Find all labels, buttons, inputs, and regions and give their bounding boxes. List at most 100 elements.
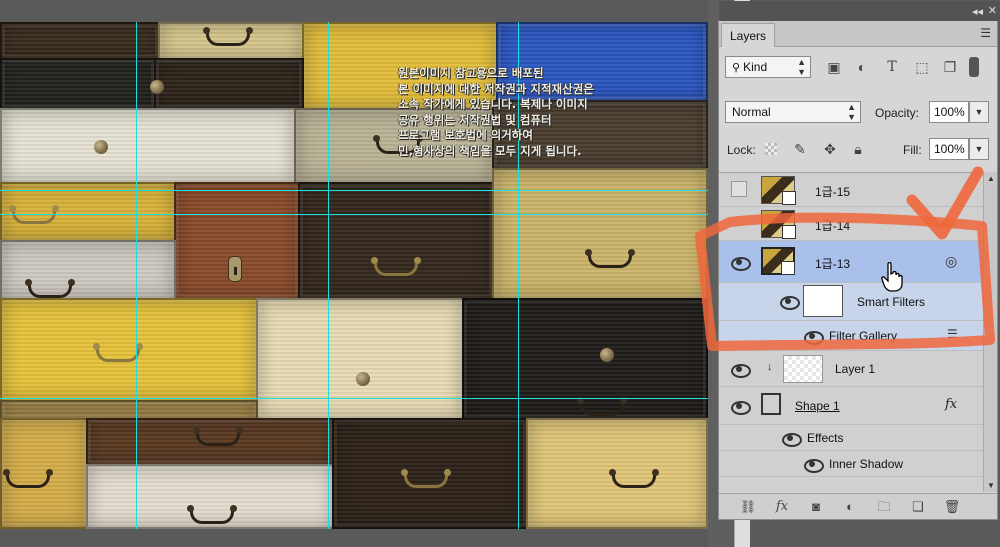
drawer-handle	[193, 427, 243, 446]
layer-name: Layer 1	[835, 362, 876, 376]
search-icon: ⚲	[732, 62, 744, 74]
layer-name: 1급-14	[815, 219, 851, 233]
drawer	[154, 58, 304, 110]
eye-icon[interactable]	[803, 330, 824, 345]
drawer	[256, 298, 464, 420]
layer-row[interactable]: 1급-15	[719, 173, 983, 207]
add-mask-icon[interactable]: ◙	[807, 498, 825, 516]
drawer-lock-plate	[228, 256, 242, 282]
filter-adjustment-icon[interactable]: ◐	[853, 58, 871, 76]
drawer	[0, 108, 296, 184]
panel-title-bar: ◂◂ ✕	[719, 1, 1000, 21]
drawer-handle	[203, 27, 253, 46]
panel-menu-icon[interactable]: ☰	[980, 26, 991, 40]
drawer-knob	[600, 348, 614, 362]
filter-gallery-row[interactable]: Filter Gallery ☰	[719, 321, 983, 351]
eye-icon[interactable]	[803, 458, 824, 473]
guide-line[interactable]	[0, 190, 708, 191]
filter-blending-options-icon[interactable]: ☰	[947, 327, 958, 341]
guide-line[interactable]	[328, 22, 329, 529]
lock-label: Lock:	[727, 143, 756, 157]
guide-line[interactable]	[0, 214, 708, 215]
visibility-toggle[interactable]	[731, 181, 747, 197]
clipping-arrow-icon: ↓	[767, 361, 773, 373]
filter-toggle-icon[interactable]	[969, 57, 979, 77]
tab-layers[interactable]: Layers	[721, 23, 776, 47]
drawer-knob	[150, 80, 164, 94]
layers-panel: ◂◂ ✕ Layers ☰ ⚲ Kind ▲ ▼ ▣ ◐ T ⬚ ❐ Normal…	[718, 1, 1000, 520]
opacity-dropdown-button[interactable]: ▼	[969, 101, 989, 123]
smart-filters-row[interactable]: Smart Filters	[719, 283, 983, 321]
updown-icon: ▲ ▼	[797, 57, 806, 77]
link-layers-icon[interactable]: ⛓︎	[739, 498, 757, 516]
updown-icon: ▲ ▼	[847, 102, 856, 122]
watermark-line: 소속 작가에게 있습니다. 복제나 이미지	[398, 97, 588, 111]
eye-icon[interactable]	[730, 400, 751, 415]
add-layer-style-icon[interactable]: fx	[773, 498, 791, 516]
scroll-down-icon[interactable]: ▼	[984, 481, 998, 490]
eye-icon[interactable]	[730, 363, 751, 378]
fill-label: Fill:	[903, 143, 922, 157]
drawer-handle	[585, 249, 635, 268]
close-icon[interactable]: ✕	[988, 4, 997, 17]
opacity-input[interactable]: 100%	[929, 101, 969, 123]
filter-smart-object-icon[interactable]: ❐	[941, 58, 959, 76]
layer-row-selected[interactable]: 1급-13 ◎	[719, 241, 983, 283]
collapse-panel-icon[interactable]: ◂◂	[972, 5, 983, 18]
drawer-handle	[577, 397, 627, 416]
drawer	[174, 182, 300, 300]
drawer-handle	[401, 469, 451, 488]
layer-name: 1급-13	[815, 257, 851, 271]
blend-mode-select[interactable]: Normal ▲ ▼	[725, 101, 861, 123]
effects-row[interactable]: Effects	[719, 425, 983, 451]
fx-icon[interactable]: fx	[945, 397, 957, 412]
guide-line[interactable]	[0, 398, 708, 399]
lock-position-icon[interactable]: ✥	[821, 140, 839, 158]
layer-row[interactable]: ↓ Layer 1	[719, 351, 983, 387]
document-canvas[interactable]: 원본이미지 참고용으로 배포된 본 이미지에 대한 저작권과 지적재산권은 소속 작…	[0, 22, 708, 529]
watermark-line: 원본이미지 참고용으로 배포된	[398, 66, 544, 80]
eye-icon[interactable]	[779, 295, 800, 310]
hand-cursor-icon	[881, 262, 903, 292]
panel-tab-bar: Layers ☰	[719, 21, 997, 47]
drawer-handle	[609, 469, 659, 488]
trash-icon[interactable]: 🗑︎	[943, 498, 961, 516]
filter-type-icon[interactable]: T	[883, 58, 901, 76]
watermark-text: 원본이미지 참고용으로 배포된 본 이미지에 대한 저작권과 지적재산권은 소속 작…	[398, 66, 594, 159]
filter-kind-select[interactable]: ⚲ Kind ▲ ▼	[725, 56, 811, 78]
drawer-handle	[9, 205, 59, 224]
layer-row[interactable]: Shape 1 fx	[719, 387, 983, 425]
drawer-handle	[25, 279, 75, 298]
new-group-icon[interactable]: 🗀︎	[875, 498, 893, 516]
scroll-up-icon[interactable]: ▲	[984, 174, 998, 183]
eye-icon[interactable]	[781, 432, 802, 447]
new-adjustment-layer-icon[interactable]: ◐	[841, 498, 859, 516]
layer-thumbnail	[783, 355, 823, 383]
drawer	[0, 400, 258, 420]
photoshop-window: 원본이미지 참고용으로 배포된 본 이미지에 대한 저작권과 지적재산권은 소속 작…	[0, 0, 1000, 547]
guide-line[interactable]	[136, 22, 137, 529]
layer-name: 1급-15	[815, 185, 851, 199]
filter-pixel-icon[interactable]: ▣	[825, 58, 843, 76]
filter-shape-icon[interactable]: ⬚	[913, 58, 931, 76]
drawer-knob	[94, 140, 108, 154]
drawer	[0, 58, 156, 110]
lock-all-icon[interactable]: 🔒︎	[849, 140, 867, 158]
watermark-line: 프로그램 보호법에 의거하여	[398, 128, 533, 142]
lock-transparent-icon[interactable]	[765, 143, 777, 155]
layer-name: Shape 1	[795, 399, 840, 413]
drawer	[492, 168, 708, 300]
fill-input[interactable]: 100%	[929, 138, 969, 160]
layer-row[interactable]: 1급-14	[719, 207, 983, 241]
lock-image-pixels-icon[interactable]: ✎	[791, 140, 809, 158]
drawer-handle	[3, 469, 53, 488]
inner-shadow-row[interactable]: Inner Shadow	[719, 451, 983, 477]
watermark-line: 민,형사상의 책임을 모두 지게 됩니다.	[398, 143, 582, 158]
filter-mask-thumbnail	[803, 285, 843, 317]
drawer	[0, 240, 176, 300]
layers-bottom-toolbar: ⛓︎ fx ◙ ◐ 🗀︎ ❏ 🗑︎	[719, 493, 997, 519]
fill-dropdown-button[interactable]: ▼	[969, 138, 989, 160]
eye-icon[interactable]	[730, 256, 751, 271]
new-layer-icon[interactable]: ❏	[909, 498, 927, 516]
layers-scrollbar[interactable]: ▲ ▼	[983, 172, 997, 492]
